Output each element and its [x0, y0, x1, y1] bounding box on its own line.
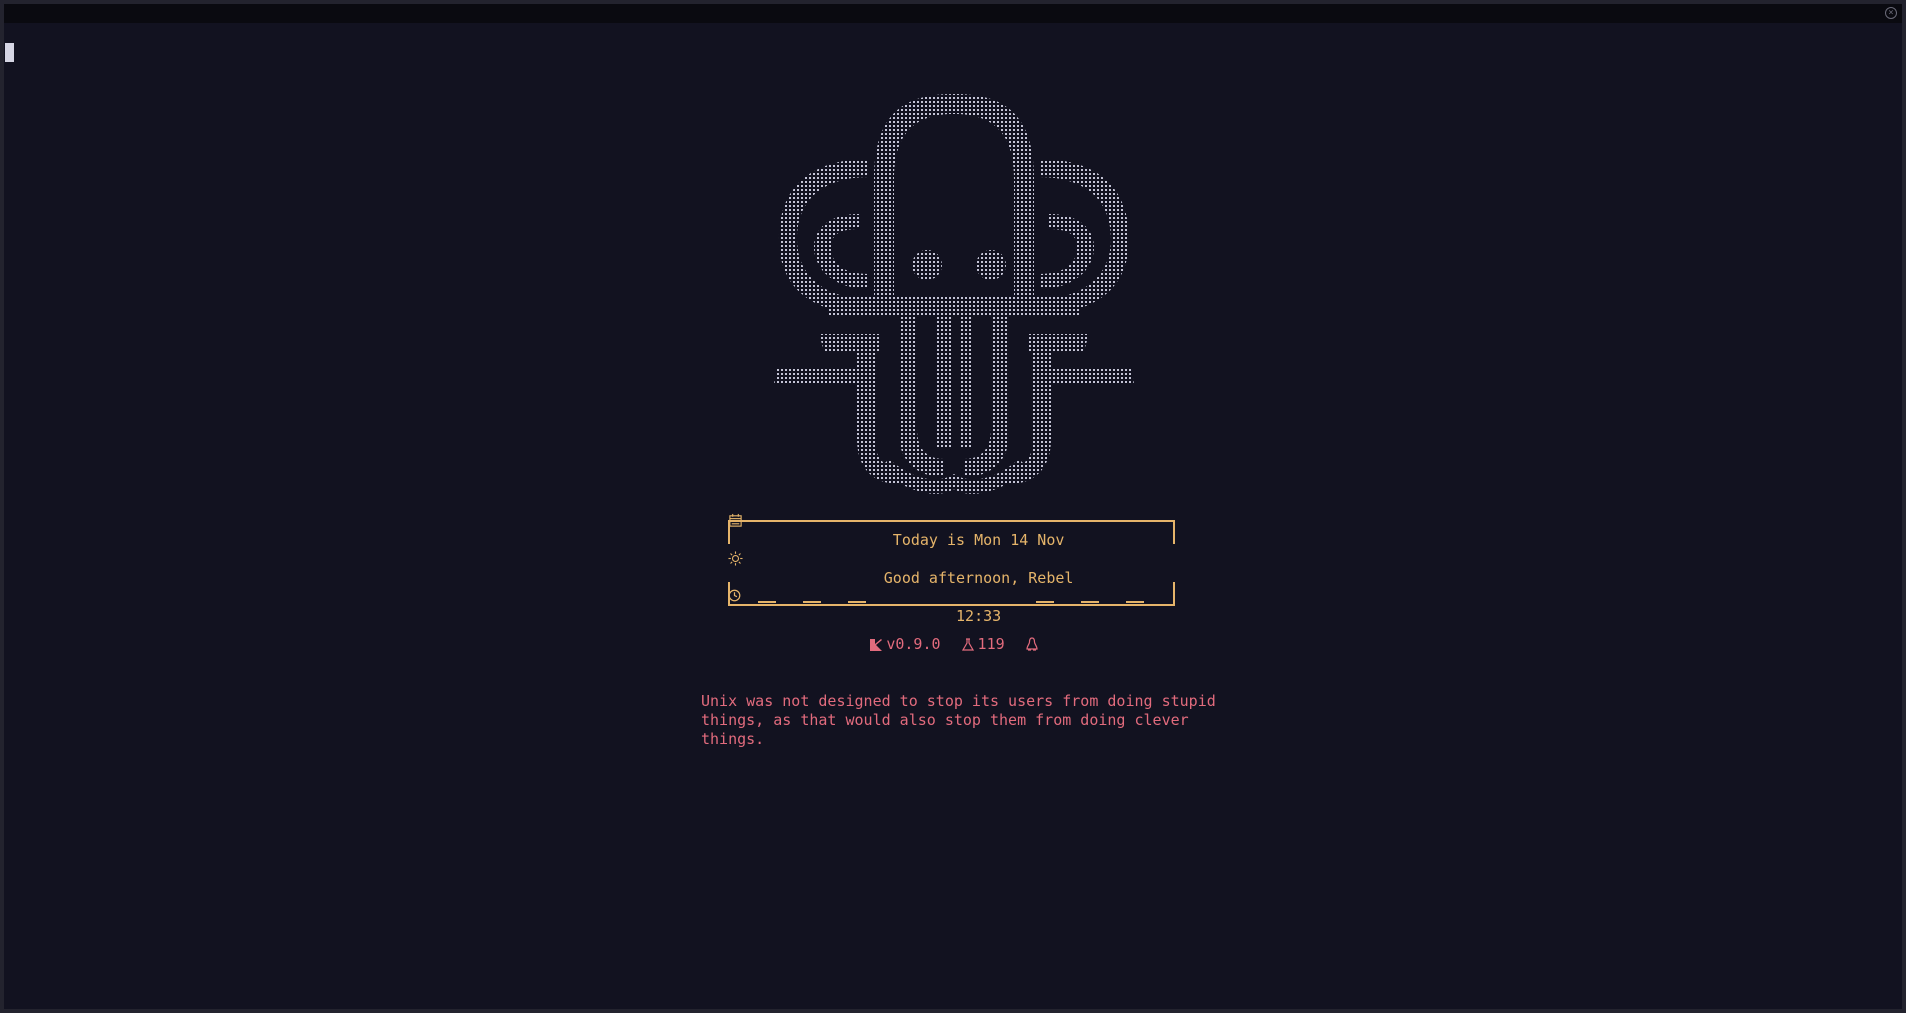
version-text: v0.9.0	[886, 635, 941, 653]
time-text: 12:33	[956, 607, 1002, 625]
octopus-logo-art	[774, 94, 1134, 494]
count-text: 119	[977, 635, 1005, 653]
greeting-text: Good afternoon, Rebel	[883, 569, 1074, 587]
calendar-icon	[729, 513, 742, 527]
text-cursor	[5, 43, 14, 62]
date-text: Today is Mon 14 Nov	[892, 531, 1065, 549]
terminal-window: × Today is Mon 14 Nov Good afternoon, Re…	[0, 0, 1906, 1013]
close-icon[interactable]: ×	[1885, 7, 1897, 19]
kitty-icon	[870, 639, 883, 651]
tux-icon	[1026, 637, 1038, 651]
clock-icon	[728, 589, 741, 602]
flask-icon	[961, 638, 974, 651]
title-bar: ×	[4, 4, 1902, 23]
status-line: v0.9.0 119	[4, 635, 1906, 653]
welcome-box: Today is Mon 14 Nov Good afternoon, Rebe…	[728, 513, 1175, 625]
sun-icon	[728, 551, 743, 566]
fortune-quote: Unix was not designed to stop its users …	[701, 692, 1216, 748]
